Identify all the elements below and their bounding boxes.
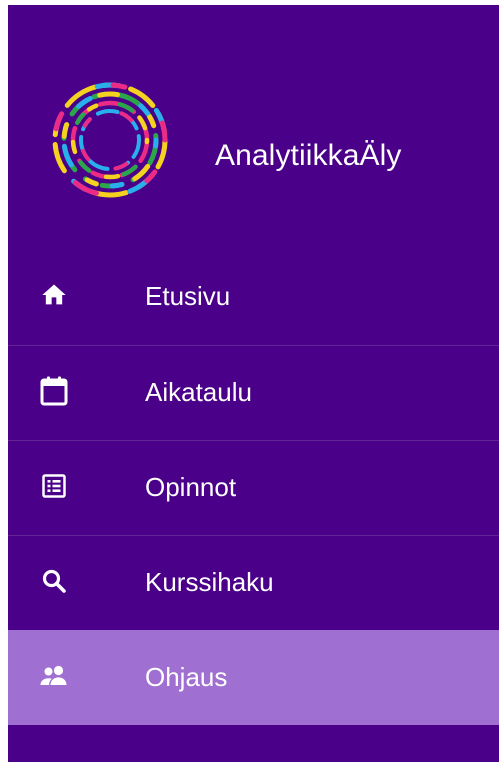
sidebar: AnalytiikkaÄly Etusivu Aikataulu Opinnot… (8, 5, 499, 762)
list-icon (38, 470, 70, 502)
nav-item-etusivu[interactable]: Etusivu (8, 250, 499, 345)
home-icon (38, 279, 70, 311)
nav-item-opinnot[interactable]: Opinnot (8, 440, 499, 535)
main-navigation: Etusivu Aikataulu Opinnot Kurssihaku Ohj… (8, 250, 499, 725)
search-icon (38, 565, 70, 597)
nav-item-aikataulu[interactable]: Aikataulu (8, 345, 499, 440)
nav-item-ohjaus[interactable]: Ohjaus (8, 630, 499, 725)
nav-item-label: Opinnot (145, 472, 237, 502)
logo-ring-inner (70, 100, 150, 180)
nav-item-label: Etusivu (145, 281, 231, 311)
calendar-icon (38, 375, 70, 407)
nav-item-kurssihaku[interactable]: Kurssihaku (8, 535, 499, 630)
app-name: AnalytiikkaÄly (215, 139, 402, 172)
logo-icon (52, 82, 168, 198)
nav-item-label: Kurssihaku (145, 567, 274, 597)
nav-item-label: Aikataulu (145, 377, 252, 407)
logo-ring-middle (61, 91, 159, 189)
nav-item-label: Ohjaus (145, 662, 228, 692)
people-icon (38, 660, 70, 692)
logo-ring-core (79, 109, 141, 171)
brand-header: AnalytiikkaÄly (8, 78, 499, 228)
